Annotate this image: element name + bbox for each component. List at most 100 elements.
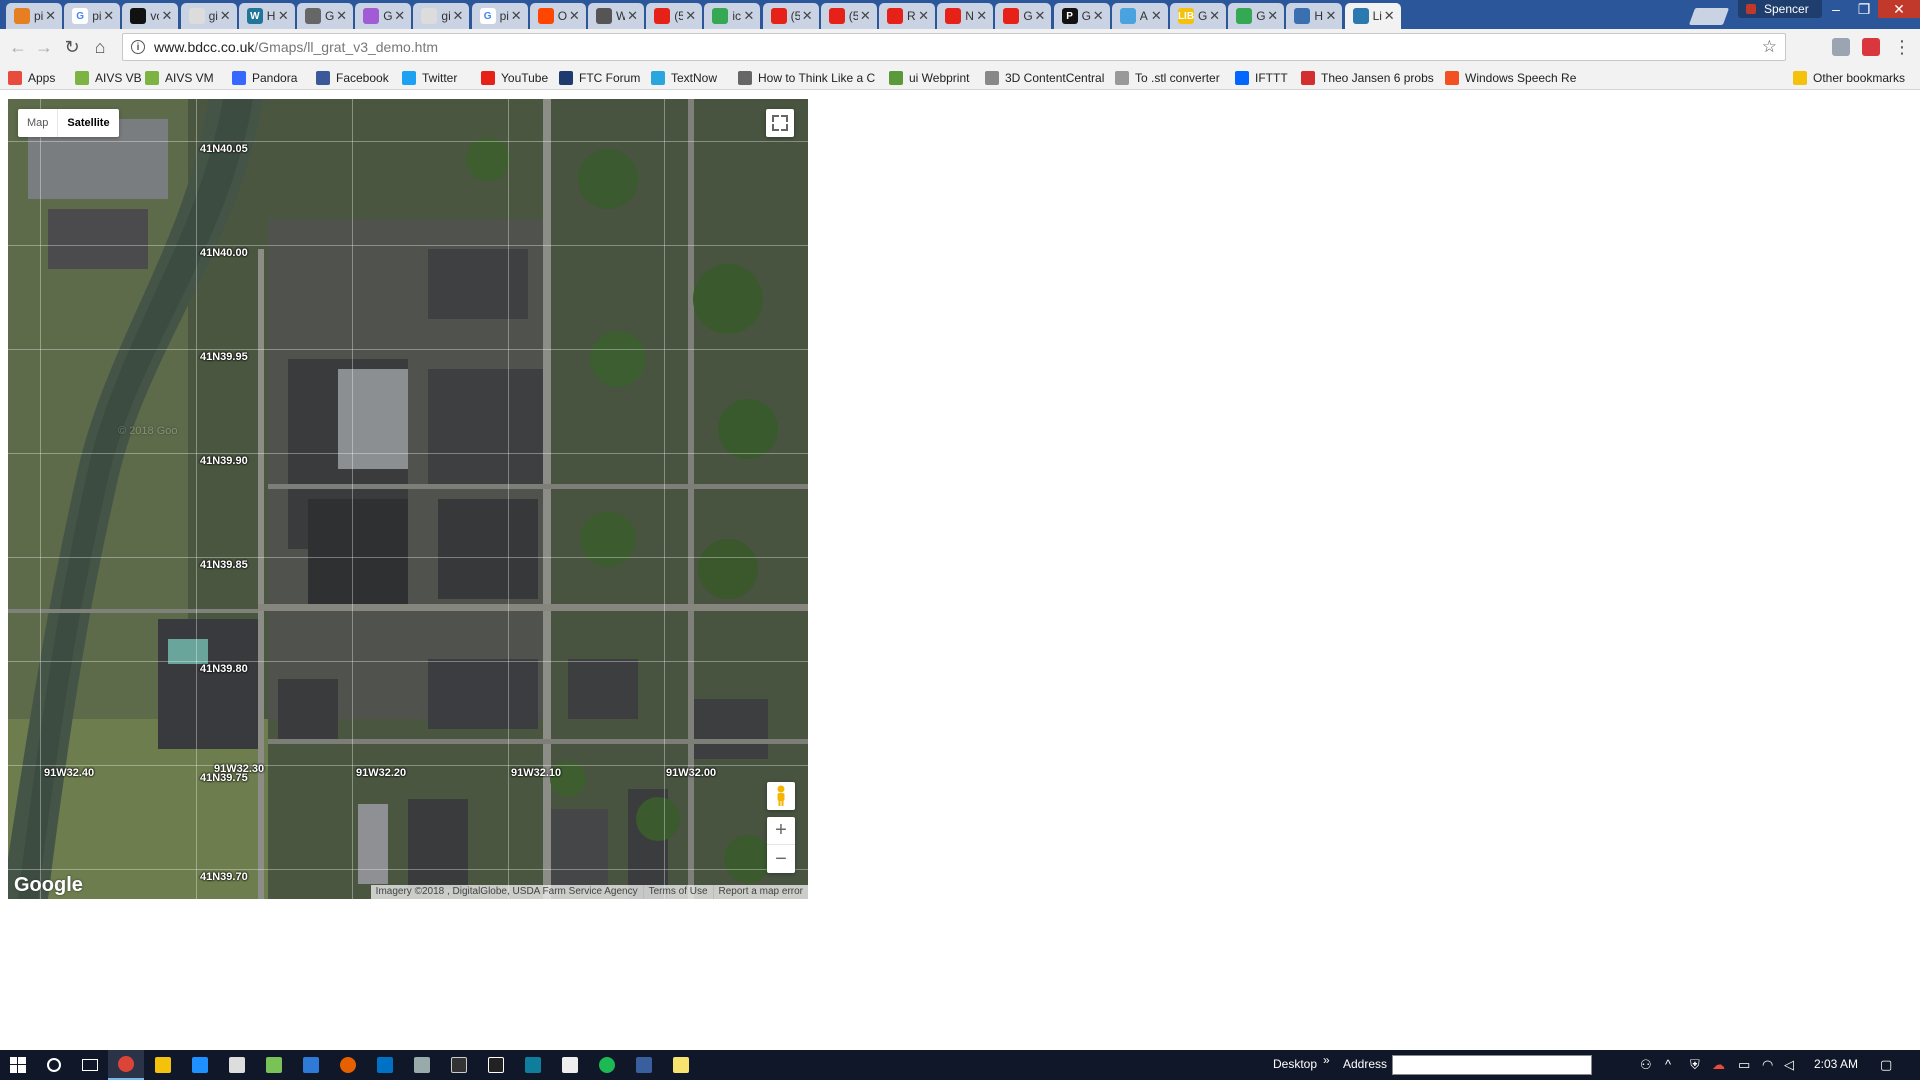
- browser-tab[interactable]: G ✕: [297, 3, 353, 29]
- forward-icon[interactable]: →: [32, 35, 56, 59]
- taskbar-sticky-notes[interactable]: [663, 1050, 699, 1080]
- task-view-button[interactable]: [72, 1050, 108, 1080]
- cortana-search-button[interactable]: [36, 1050, 72, 1080]
- zoom-out-button[interactable]: −: [767, 845, 795, 873]
- bookmark-item[interactable]: Apps: [8, 69, 55, 87]
- tab-close-icon[interactable]: ✕: [976, 8, 987, 24]
- tab-close-icon[interactable]: ✕: [627, 8, 638, 24]
- map-type-map-button[interactable]: Map: [18, 109, 57, 137]
- browser-tab[interactable]: Gpi ✕: [64, 3, 121, 29]
- taskbar-edge[interactable]: [182, 1050, 218, 1080]
- profile-button[interactable]: Spencer: [1738, 0, 1822, 18]
- zoom-in-button[interactable]: +: [767, 817, 795, 845]
- browser-tab[interactable]: N ✕: [937, 3, 994, 29]
- browser-tab[interactable]: A ✕: [1111, 3, 1168, 29]
- taskbar-app-window[interactable]: [626, 1050, 662, 1080]
- url-text[interactable]: www.bdcc.co.uk/Gmaps/ll_grat_v3_demo.htm: [154, 39, 438, 55]
- tab-close-icon[interactable]: ✕: [336, 8, 347, 24]
- tab-close-icon[interactable]: ✕: [685, 8, 696, 24]
- minimize-icon[interactable]: –: [1822, 0, 1850, 18]
- action-center-icon[interactable]: ▢: [1880, 1057, 1892, 1073]
- home-icon[interactable]: ⌂: [88, 35, 112, 59]
- taskbar-app-blue[interactable]: [293, 1050, 329, 1080]
- wifi-icon[interactable]: ◠: [1762, 1057, 1773, 1073]
- taskbar-app-teal[interactable]: [515, 1050, 551, 1080]
- taskbar-store[interactable]: [219, 1050, 255, 1080]
- browser-tab[interactable]: vc ✕: [122, 3, 179, 29]
- window-close-icon[interactable]: ✕: [1878, 0, 1920, 18]
- taskbar-app-green[interactable]: [589, 1050, 625, 1080]
- maximize-icon[interactable]: ❐: [1850, 0, 1878, 18]
- taskbar-app-notepad[interactable]: [552, 1050, 588, 1080]
- browser-tab[interactable]: P G ✕: [1053, 3, 1110, 29]
- volume-icon[interactable]: ◁: [1784, 1057, 1794, 1073]
- tab-close-icon[interactable]: ✕: [1267, 8, 1278, 24]
- map-canvas[interactable]: 41N40.05 41N40.00 41N39.95 41N39.90 41N3…: [8, 99, 808, 899]
- bookmark-item[interactable]: Other bookmarks: [1793, 69, 1905, 87]
- bookmark-item[interactable]: Facebook: [316, 69, 389, 87]
- browser-tab[interactable]: gi ✕: [180, 3, 237, 29]
- browser-tab[interactable]: W ✕: [588, 3, 644, 29]
- tab-close-icon[interactable]: ✕: [860, 8, 871, 24]
- map-type-satellite-button[interactable]: Satellite: [57, 109, 118, 137]
- bookmark-star-icon[interactable]: ☆: [1762, 37, 1777, 57]
- reload-icon[interactable]: ↻: [60, 35, 84, 59]
- start-button[interactable]: [0, 1050, 36, 1080]
- browser-tab[interactable]: pi ✕: [6, 3, 62, 29]
- bookmark-item[interactable]: To .stl converter: [1115, 69, 1220, 87]
- bookmark-item[interactable]: YouTube: [481, 69, 548, 87]
- browser-tab[interactable]: (5 ✕: [820, 3, 877, 29]
- people-icon[interactable]: ⚇: [1640, 1057, 1652, 1073]
- battery-icon[interactable]: ▭: [1738, 1057, 1750, 1073]
- bookmark-item[interactable]: TextNow: [651, 69, 717, 87]
- address-bar[interactable]: i www.bdcc.co.uk/Gmaps/ll_grat_v3_demo.h…: [122, 33, 1786, 61]
- terms-of-use-link[interactable]: Terms of Use: [642, 885, 713, 899]
- report-map-error-link[interactable]: Report a map error: [712, 885, 808, 899]
- tab-close-icon[interactable]: ✕: [802, 8, 813, 24]
- bookmark-item[interactable]: IFTTT: [1235, 69, 1288, 87]
- bookmark-item[interactable]: Twitter: [402, 69, 457, 87]
- tab-close-icon[interactable]: ✕: [45, 8, 56, 24]
- tab-close-icon[interactable]: ✕: [452, 8, 463, 24]
- taskbar-app-gray[interactable]: [404, 1050, 440, 1080]
- bookmark-item[interactable]: Windows Speech Re: [1445, 69, 1576, 87]
- tab-close-icon[interactable]: ✕: [1151, 8, 1162, 24]
- bookmark-item[interactable]: ui Webprint: [889, 69, 969, 87]
- browser-tab[interactable]: Gpi ✕: [471, 3, 528, 29]
- desktop-toolbar-label[interactable]: Desktop: [1273, 1057, 1317, 1071]
- browser-tab[interactable]: gi ✕: [413, 3, 470, 29]
- browser-tab[interactable]: LIB G ✕: [1170, 3, 1226, 29]
- browser-tab[interactable]: G ✕: [1228, 3, 1285, 29]
- tab-close-icon[interactable]: ✕: [220, 8, 231, 24]
- taskbar-firefox[interactable]: [330, 1050, 366, 1080]
- bookmark-item[interactable]: How to Think Like a C: [738, 69, 875, 87]
- extension-off-icon[interactable]: [1832, 38, 1850, 56]
- tab-close-icon[interactable]: ✕: [1093, 8, 1104, 24]
- extension-lastpass-icon[interactable]: [1862, 38, 1880, 56]
- browser-tab[interactable]: ic ✕: [704, 3, 761, 29]
- tab-close-icon[interactable]: ✕: [161, 8, 172, 24]
- browser-tab[interactable]: (5 ✕: [646, 3, 703, 29]
- browser-tab[interactable]: H ✕: [1286, 3, 1343, 29]
- browser-tab[interactable]: Li ✕: [1344, 3, 1401, 29]
- tab-close-icon[interactable]: ✕: [569, 8, 580, 24]
- bookmark-item[interactable]: 3D ContentCentral: [985, 69, 1104, 87]
- tab-close-icon[interactable]: ✕: [743, 8, 754, 24]
- cloud-sync-icon[interactable]: ☁: [1712, 1057, 1725, 1073]
- street-view-pegman-button[interactable]: [767, 782, 795, 810]
- browser-tab[interactable]: W H ✕: [238, 3, 295, 29]
- browser-tab[interactable]: G ✕: [355, 3, 412, 29]
- site-info-icon[interactable]: i: [131, 40, 145, 54]
- bookmark-item[interactable]: Theo Jansen 6 probs: [1301, 69, 1434, 87]
- bookmark-item[interactable]: AIVS VM: [145, 69, 214, 87]
- browser-tab[interactable]: O ✕: [529, 3, 586, 29]
- taskbar-outlook[interactable]: [367, 1050, 403, 1080]
- tab-close-icon[interactable]: ✕: [1034, 8, 1045, 24]
- tab-close-icon[interactable]: ✕: [278, 8, 289, 24]
- bookmark-item[interactable]: FTC Forum: [559, 69, 640, 87]
- tab-close-icon[interactable]: ✕: [1325, 8, 1336, 24]
- security-icon[interactable]: ⛨: [1690, 1057, 1700, 1073]
- bookmark-item[interactable]: AIVS VB: [75, 69, 142, 87]
- show-hidden-icons[interactable]: ^: [1665, 1057, 1671, 1072]
- tab-close-icon[interactable]: ✕: [103, 8, 114, 24]
